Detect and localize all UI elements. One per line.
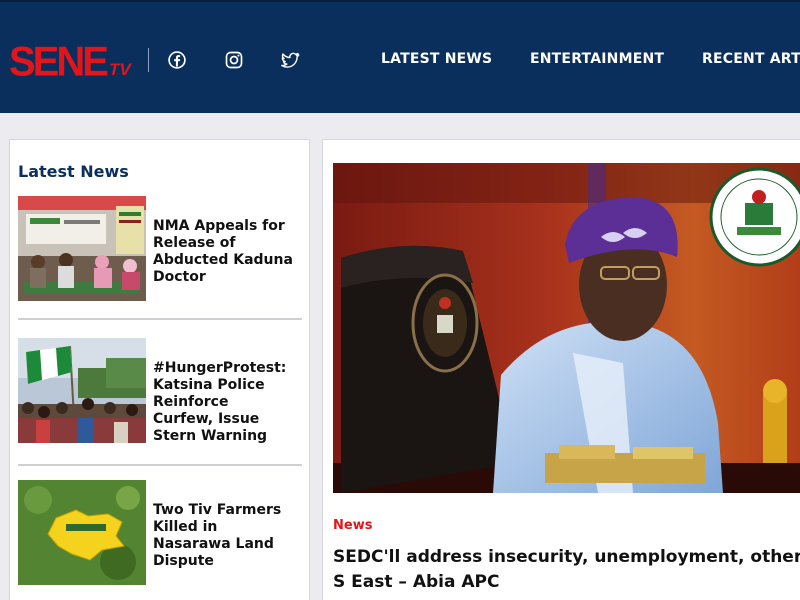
list-divider <box>18 464 302 466</box>
instagram-icon[interactable] <box>223 49 245 71</box>
featured-article: News SEDC'll address insecurity, unemplo… <box>322 139 800 600</box>
nav-recent-articles[interactable]: RECENT ARTI <box>702 51 800 67</box>
list-divider <box>18 318 302 320</box>
nav-latest-news[interactable]: LATEST NEWS <box>381 51 492 67</box>
news-item-title[interactable]: NMA Appeals for Release of Abducted Kadu… <box>153 218 293 286</box>
logo-wordmark: SENE <box>9 38 109 86</box>
news-thumbnail[interactable] <box>18 480 146 585</box>
news-item-title[interactable]: Two Tiv Farmers Killed in Nasarawa Land … <box>153 502 293 570</box>
nav-entertainment[interactable]: ENTERTAINMENT <box>530 51 664 67</box>
news-thumbnail[interactable] <box>18 196 146 301</box>
header-divider <box>148 48 149 72</box>
news-list-item[interactable]: #HungerProtest: Katsina Police Reinforce… <box>18 338 302 448</box>
news-list-item[interactable]: Two Tiv Farmers Killed in Nasarawa Land … <box>18 480 302 590</box>
site-header: SENE TV LATEST NEWS ENTERTAINMENT RECENT… <box>0 0 800 113</box>
news-list-item[interactable]: NMA Appeals for Release of Abducted Kadu… <box>18 196 302 306</box>
site-logo[interactable]: SENE TV <box>9 38 131 86</box>
facebook-icon[interactable] <box>166 49 188 71</box>
sidebar-title: Latest News <box>18 162 129 181</box>
latest-news-sidebar: Latest News NMA Appeals for Release of A… <box>9 139 310 600</box>
article-category[interactable]: News <box>333 518 372 533</box>
news-thumbnail[interactable] <box>18 338 146 443</box>
article-headline[interactable]: SEDC'll address insecurity, unemployment… <box>333 545 800 595</box>
twitter-icon[interactable] <box>279 49 301 71</box>
news-item-title[interactable]: #HungerProtest: Katsina Police Reinforce… <box>153 360 293 445</box>
logo-suffix: TV <box>108 60 131 79</box>
featured-image[interactable] <box>333 163 800 493</box>
